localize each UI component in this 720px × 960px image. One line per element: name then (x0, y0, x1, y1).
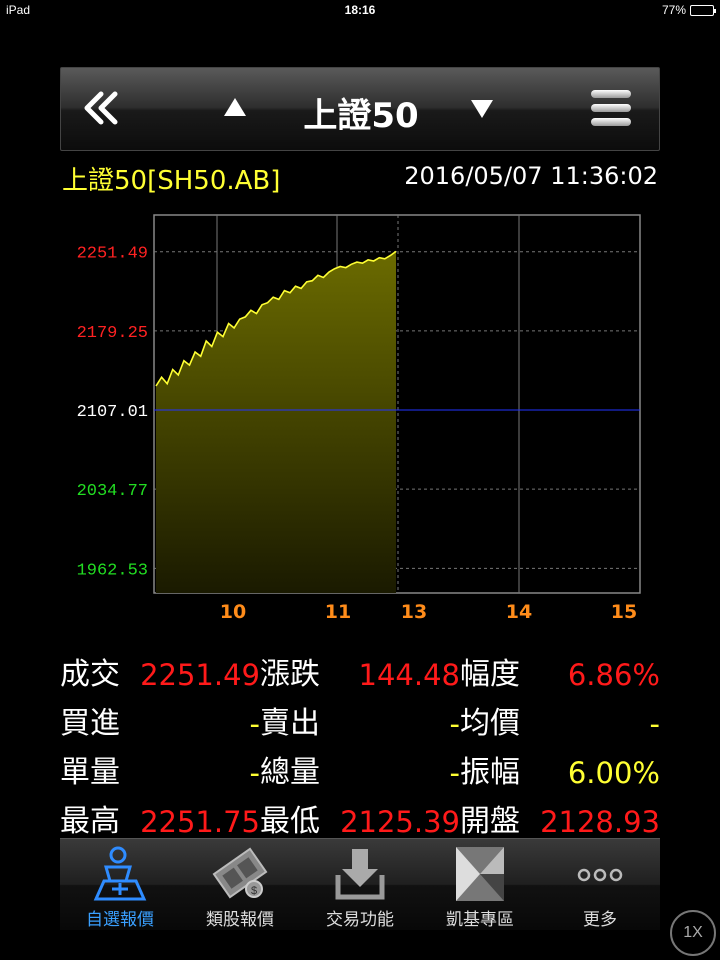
stat-row: 單量 - 總量 - 振幅 6.00% (60, 753, 660, 802)
stat-label: 開盤 (460, 804, 520, 839)
quote-datetime: 2016/05/07 11:36:02 (404, 162, 658, 190)
y-tick-label: 1962.53 (77, 561, 148, 580)
x-tick-label: 11 (325, 601, 351, 623)
quote-symbol: 上證50[SH50.AB] (62, 166, 281, 196)
quote-stats: 成交 2251.49 漲跌 144.48 幅度 6.86% 買進 - 賣出 - 均價 - 單量 - 總量 - 振… (60, 655, 660, 851)
x-tick-label: 10 (220, 601, 246, 623)
x-tick-label: 14 (506, 601, 532, 623)
more-dots-icon (570, 845, 630, 903)
stat-value: - (249, 756, 260, 790)
tab-label: 類股報價 (206, 910, 274, 930)
previous-symbol-button[interactable] (224, 98, 246, 116)
battery-status: 77% (661, 3, 716, 17)
y-tick-label: 2179.25 (77, 324, 148, 343)
stat-value: 2125.39 (340, 805, 460, 839)
y-tick-label: 2251.49 (77, 245, 148, 264)
x-tick-label: 15 (611, 601, 637, 623)
stat-label: 買進 (60, 706, 120, 741)
stat-value: 2251.75 (140, 805, 260, 839)
y-tick-label: 2034.77 (77, 482, 148, 501)
stat-row: 成交 2251.49 漲跌 144.48 幅度 6.86% (60, 655, 660, 704)
stat-value: 6.86% (567, 658, 660, 692)
battery-percent: 77% (661, 3, 686, 17)
tab-bar: 自選報價 $ 類股報價 交易功能 凱基專區 更多 (60, 838, 660, 930)
stat-value: - (449, 756, 460, 790)
stat-value: - (649, 707, 660, 741)
stat-label: 最高 (60, 804, 120, 839)
stat-value: 6.00% (567, 756, 660, 790)
stat-label: 漲跌 (260, 657, 320, 692)
clock: 18:16 (344, 3, 376, 17)
stat-value: 144.48 (358, 658, 460, 692)
tab-2[interactable]: $ 類股報價 (180, 839, 300, 931)
stat-label: 均價 (460, 706, 520, 741)
tab-label: 更多 (583, 910, 617, 930)
nav-bar: 上證50 (60, 67, 660, 151)
tab-label: 自選報價 (86, 910, 154, 930)
stat-value: 2251.49 (140, 658, 260, 692)
tab-label: 交易功能 (326, 910, 394, 930)
stat-label: 賣出 (260, 706, 320, 741)
stat-label: 總量 (260, 755, 320, 790)
status-bar: iPad 18:16 77% (0, 0, 720, 20)
stat-label: 成交 (60, 657, 120, 692)
watchlist-person-icon (90, 845, 150, 903)
tab-5[interactable]: 更多 (540, 839, 660, 931)
y-tick-label: 2107.01 (77, 403, 148, 422)
svg-text:$: $ (251, 885, 257, 897)
x-tick-label: 13 (401, 601, 427, 623)
stat-label: 單量 (60, 755, 120, 790)
next-symbol-button[interactable] (471, 100, 493, 118)
tab-4[interactable]: 凱基專區 (420, 839, 540, 931)
stat-label: 幅度 (460, 657, 520, 692)
battery-icon (690, 4, 716, 16)
hamburger-menu-icon[interactable] (591, 90, 631, 130)
stat-label: 振幅 (460, 755, 520, 790)
download-tray-icon (330, 845, 390, 903)
zoom-badge[interactable]: 1X (670, 910, 716, 956)
film-coin-icon: $ (210, 845, 270, 903)
stat-label: 最低 (260, 804, 320, 839)
double-chevron-left-icon[interactable] (79, 86, 123, 130)
tab-3[interactable]: 交易功能 (300, 839, 420, 931)
tab-1[interactable]: 自選報價 (60, 839, 180, 931)
intraday-chart: 2251.49 2179.25 2107.01 2034.77 1962.53 10 11 1… (77, 214, 641, 623)
stat-value: 2128.93 (540, 805, 660, 839)
page-title: 上證50 (303, 96, 419, 136)
kgi-logo-icon (450, 845, 510, 903)
stat-row: 買進 - 賣出 - 均價 - (60, 704, 660, 753)
stat-value: - (449, 707, 460, 741)
stat-value: - (249, 707, 260, 741)
tab-label: 凱基專區 (446, 910, 514, 930)
